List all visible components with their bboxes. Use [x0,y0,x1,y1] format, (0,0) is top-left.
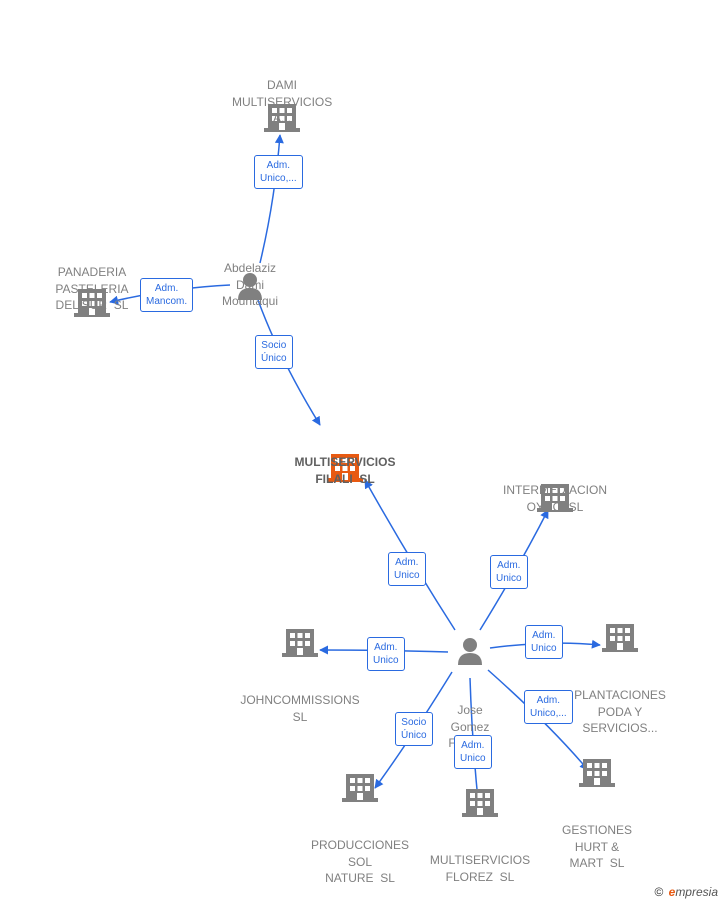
node-multiservicios-filali[interactable]: MULTISERVICIOS FILALI SL [285,422,405,503]
node-label: GESTIONES HURT & MART SL [552,822,642,871]
node-johncommissions[interactable]: JOHNCOMMISSIONS SL [240,660,360,741]
building-icon [282,629,318,657]
edge-label-abdelaziz-filali: Socio Único [255,335,293,369]
edge-label-jose-intermediacion: Adm. Unico [490,555,528,589]
node-label: MULTISERVICIOS FILALI SL [285,454,405,486]
diagram-canvas: DAMI MULTISERVICIOS A... PANADERIA PASTE… [0,0,728,905]
node-producciones[interactable]: PRODUCCIONES SOL NATURE SL [305,805,415,902]
node-label: PLANTACIONES PODA Y SERVICIOS... [570,687,670,736]
edge-label-jose-gestiones: Adm. Unico,... [524,690,573,724]
node-panaderia[interactable]: PANADERIA PASTELERIA DEL SUR SL [42,232,142,329]
node-label: MULTISERVICIOS FLOREZ SL [425,852,535,884]
person-icon [458,638,482,665]
node-plantaciones[interactable]: PLANTACIONES PODA Y SERVICIOS... [570,655,670,752]
brand-rest: mpresia [675,885,718,899]
edge-label-jose-florez: Adm. Unico [454,735,492,769]
building-icon [579,759,615,787]
building-icon [342,774,378,802]
node-label: PANADERIA PASTELERIA DEL SUR SL [42,264,142,313]
node-label: Abdelaziz Dami Mountaqui [200,260,300,309]
building-icon [602,624,638,652]
node-label: PRODUCCIONES SOL NATURE SL [305,837,415,886]
node-multiservicios-florez[interactable]: MULTISERVICIOS FLOREZ SL [425,820,535,901]
edge-label-abdelaziz-dami: Adm. Unico,... [254,155,303,189]
copyright-symbol: © [654,885,663,899]
copyright: © empresia [654,885,718,899]
node-gestiones[interactable]: GESTIONES HURT & MART SL [552,790,642,887]
edge-label-jose-john: Adm. Unico [367,637,405,671]
node-label: JOHNCOMMISSIONS SL [240,692,360,724]
node-label: INTERMEDIACION OYCO SL [495,482,615,514]
building-icon [462,789,498,817]
edge-label-jose-producciones: Socio Único [395,712,433,746]
node-label: DAMI MULTISERVICIOS A... [232,77,332,126]
node-abdelaziz[interactable]: Abdelaziz Dami Mountaqui [200,228,300,325]
edge-label-jose-plantaciones: Adm. Unico [525,625,563,659]
node-dami[interactable]: DAMI MULTISERVICIOS A... [232,45,332,142]
edge-label-jose-filali: Adm. Unico [388,552,426,586]
edge-label-abdelaziz-panaderia: Adm. Mancom. [140,278,193,312]
node-intermediacion[interactable]: INTERMEDIACION OYCO SL [495,450,615,531]
